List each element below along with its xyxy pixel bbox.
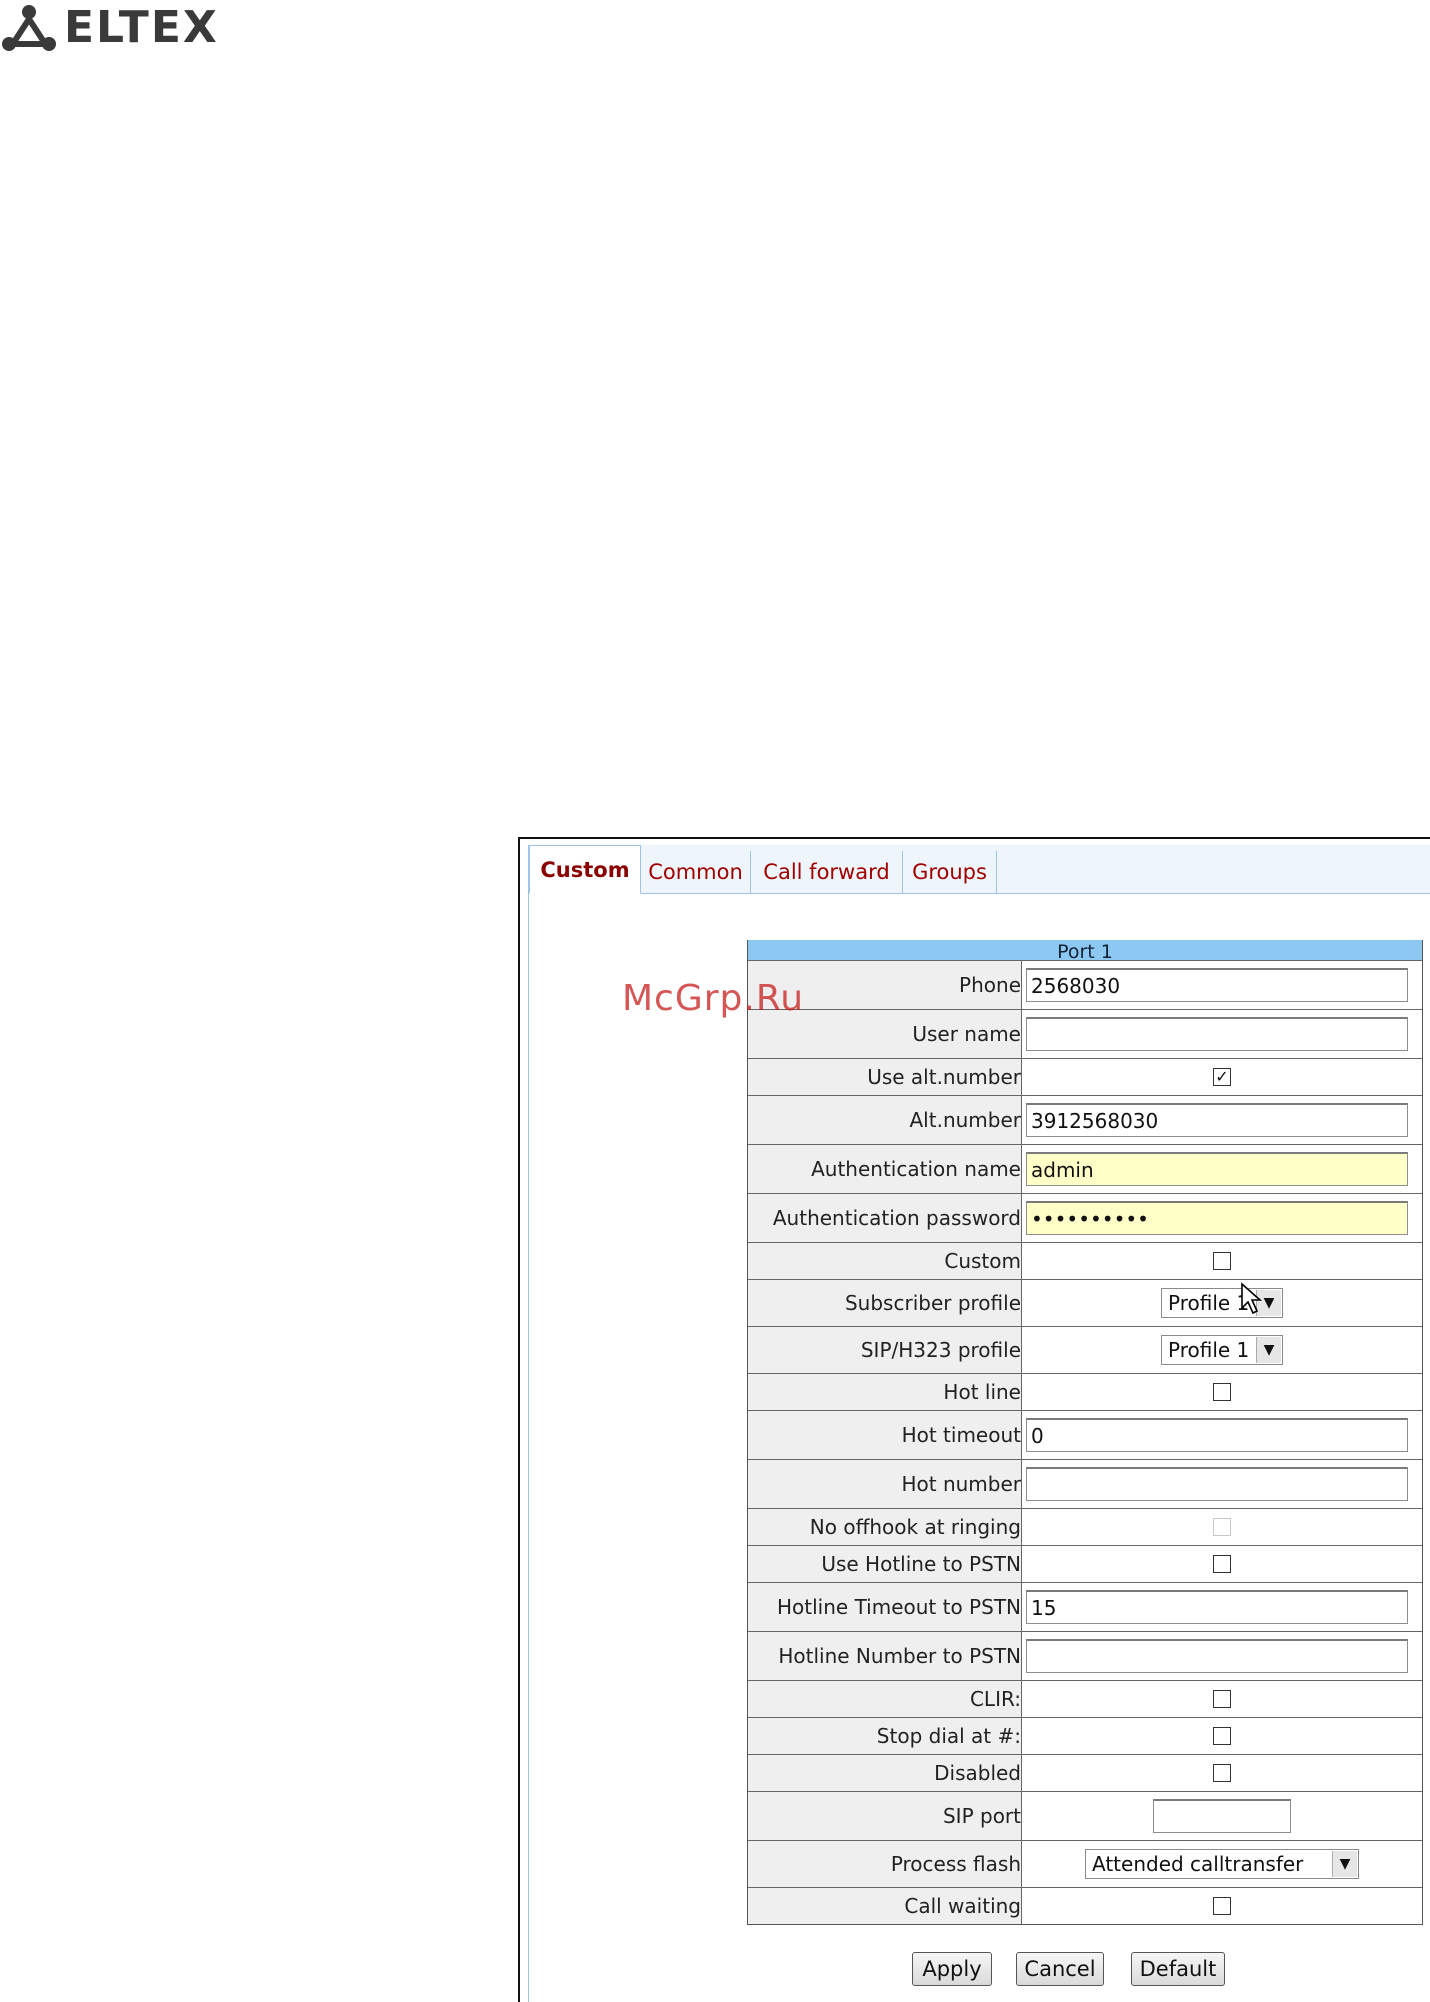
- hot-number-input[interactable]: [1026, 1467, 1408, 1501]
- stop-dial-checkbox[interactable]: [1213, 1727, 1231, 1745]
- auth-name-input[interactable]: [1026, 1152, 1408, 1186]
- sip-h323-profile-select[interactable]: Profile 1 ▼: [1161, 1335, 1283, 1365]
- subscriber-profile-label: Subscriber profile: [748, 1280, 1022, 1326]
- hotline-timeout-pstn-input[interactable]: [1026, 1590, 1408, 1624]
- hot-line-label: Hot line: [748, 1374, 1022, 1410]
- sip-h323-profile-label: SIP/H323 profile: [748, 1327, 1022, 1373]
- alt-number-input[interactable]: [1026, 1103, 1408, 1137]
- row-phone: Phone: [748, 960, 1422, 1009]
- sip-port-input[interactable]: [1153, 1799, 1291, 1833]
- hot-timeout-label: Hot timeout: [748, 1411, 1022, 1459]
- subscriber-profile-select[interactable]: Profile 1 ▼: [1161, 1288, 1283, 1318]
- hot-timeout-input[interactable]: [1026, 1418, 1408, 1452]
- process-flash-value: Attended calltransfer: [1092, 1852, 1304, 1876]
- hotline-number-pstn-input[interactable]: [1026, 1639, 1408, 1673]
- eltex-people-icon: [2, 5, 56, 51]
- sip-h323-profile-value: Profile 1: [1168, 1338, 1250, 1362]
- row-custom: Custom: [748, 1242, 1422, 1279]
- clir-label: CLIR:: [748, 1681, 1022, 1717]
- chevron-down-icon: ▼: [1332, 1851, 1357, 1877]
- cancel-button[interactable]: Cancel: [1016, 1952, 1104, 1986]
- row-sip-h323-profile: SIP/H323 profile Profile 1 ▼: [748, 1326, 1422, 1373]
- call-waiting-label: Call waiting: [748, 1888, 1022, 1924]
- hotline-number-pstn-label: Hotline Number to PSTN: [748, 1632, 1022, 1680]
- row-alt-number: Alt.number: [748, 1095, 1422, 1144]
- no-offhook-label: No offhook at ringing: [748, 1509, 1022, 1545]
- row-hotline-timeout-pstn: Hotline Timeout to PSTN: [748, 1582, 1422, 1631]
- custom-checkbox[interactable]: [1213, 1252, 1231, 1270]
- row-hot-timeout: Hot timeout: [748, 1410, 1422, 1459]
- hotline-timeout-pstn-label: Hotline Timeout to PSTN: [748, 1583, 1022, 1631]
- row-hotline-number-pstn: Hotline Number to PSTN: [748, 1631, 1422, 1680]
- use-alt-number-label: Use alt.number: [748, 1059, 1022, 1095]
- clir-checkbox[interactable]: [1213, 1690, 1231, 1708]
- row-use-hotline-pstn: Use Hotline to PSTN: [748, 1545, 1422, 1582]
- use-hotline-pstn-label: Use Hotline to PSTN: [748, 1546, 1022, 1582]
- chevron-down-icon: ▼: [1256, 1337, 1281, 1363]
- row-disabled: Disabled: [748, 1754, 1422, 1791]
- disabled-label: Disabled: [748, 1755, 1022, 1791]
- row-clir: CLIR:: [748, 1680, 1422, 1717]
- tab-bar: Custom Common Call forward Groups: [529, 845, 1430, 894]
- call-waiting-checkbox[interactable]: [1213, 1897, 1231, 1915]
- row-auth-name: Authentication name: [748, 1144, 1422, 1193]
- process-flash-label: Process flash: [748, 1841, 1022, 1887]
- no-offhook-checkbox: [1213, 1518, 1231, 1536]
- hot-number-label: Hot number: [748, 1460, 1022, 1508]
- auth-password-label: Authentication password: [748, 1194, 1022, 1242]
- alt-number-label: Alt.number: [748, 1096, 1022, 1144]
- tab-groups[interactable]: Groups: [903, 851, 997, 893]
- use-hotline-pstn-checkbox[interactable]: [1213, 1555, 1231, 1573]
- row-user-name: User name: [748, 1009, 1422, 1058]
- hot-line-checkbox[interactable]: [1213, 1383, 1231, 1401]
- eltex-logo: ELTEX: [0, 0, 219, 56]
- user-name-input[interactable]: [1026, 1017, 1408, 1051]
- stop-dial-label: Stop dial at #:: [748, 1718, 1022, 1754]
- custom-label: Custom: [748, 1243, 1022, 1279]
- auth-name-label: Authentication name: [748, 1145, 1022, 1193]
- tab-call-forward[interactable]: Call forward: [751, 851, 903, 893]
- tab-custom[interactable]: Custom: [529, 845, 641, 894]
- apply-button[interactable]: Apply: [912, 1952, 992, 1986]
- watermark-text: McGrp.Ru: [622, 978, 805, 1019]
- phone-input[interactable]: [1026, 968, 1408, 1002]
- tab-common[interactable]: Common: [641, 851, 751, 893]
- row-hot-line: Hot line: [748, 1373, 1422, 1410]
- row-sip-port: SIP port: [748, 1791, 1422, 1840]
- row-auth-password: Authentication password: [748, 1193, 1422, 1242]
- row-call-waiting: Call waiting: [748, 1887, 1422, 1924]
- sip-port-label: SIP port: [748, 1792, 1022, 1840]
- row-stop-dial: Stop dial at #:: [748, 1717, 1422, 1754]
- auth-password-input[interactable]: [1026, 1201, 1408, 1235]
- process-flash-select[interactable]: Attended calltransfer ▼: [1085, 1849, 1359, 1879]
- row-hot-number: Hot number: [748, 1459, 1422, 1508]
- logo-text: ELTEX: [64, 2, 219, 53]
- row-no-offhook: No offhook at ringing: [748, 1508, 1422, 1545]
- port-settings-table: Port 1 Phone User name Use alt.number ✓ …: [747, 940, 1423, 1925]
- default-button[interactable]: Default: [1131, 1952, 1225, 1986]
- row-process-flash: Process flash Attended calltransfer ▼: [748, 1840, 1422, 1887]
- disabled-checkbox[interactable]: [1213, 1764, 1231, 1782]
- use-alt-number-checkbox[interactable]: ✓: [1213, 1068, 1231, 1086]
- row-use-alt-number: Use alt.number ✓: [748, 1058, 1422, 1095]
- port-title: Port 1: [748, 940, 1422, 963]
- mouse-pointer-icon: [1241, 1282, 1263, 1315]
- row-subscriber-profile: Subscriber profile Profile 1 ▼: [748, 1279, 1422, 1326]
